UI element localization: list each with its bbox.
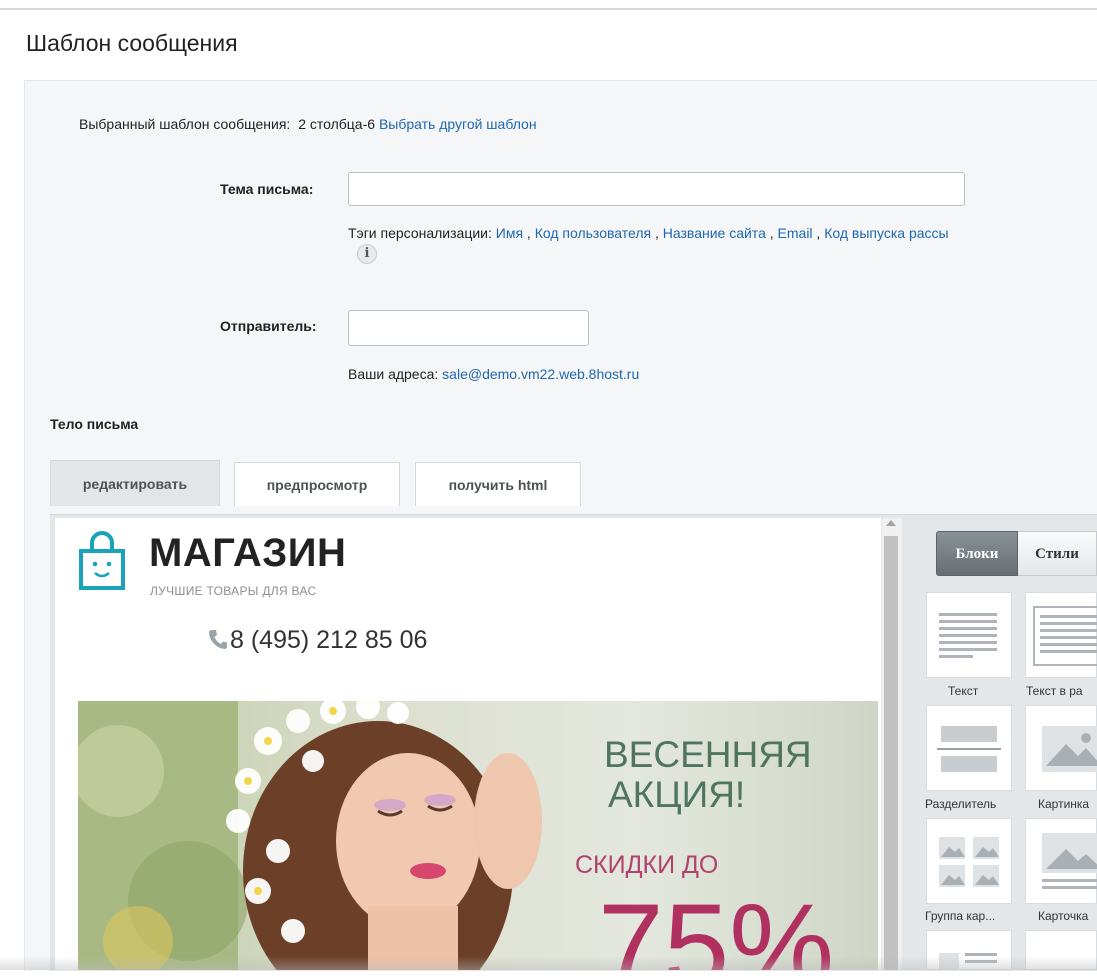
text-block-icon (939, 613, 997, 658)
image-icon (1042, 726, 1097, 772)
tab-edit[interactable]: редактировать (50, 460, 220, 506)
tile-divider-label: Разделитель (925, 797, 997, 811)
shopping-bag-icon (78, 531, 126, 596)
tile-image-label: Картинка (1038, 797, 1090, 811)
framed-text-icon (1033, 606, 1097, 666)
template-label: Выбранный шаблон сообщения: (79, 116, 291, 132)
sender-addresses: Ваши адреса: sale@demo.vm22.web.8host.ru (348, 366, 639, 382)
tag-issue-code-link[interactable]: Код выпуска рассы (824, 225, 948, 241)
tag-name-link[interactable]: Имя (496, 225, 523, 241)
tile-framed-text[interactable] (1025, 592, 1097, 678)
tag-site-name-link[interactable]: Название сайта (663, 225, 766, 241)
image-group-icon (939, 837, 999, 887)
blocks-button[interactable]: Блоки (936, 531, 1018, 576)
scrollbar-thumb[interactable] (884, 536, 898, 970)
tile-framed-text-label: Текст в ра (1026, 684, 1083, 698)
subject-input[interactable] (348, 172, 965, 206)
phone-icon (208, 628, 228, 655)
body-title: Тело письма (50, 416, 139, 432)
tile-text[interactable] (926, 592, 1012, 678)
sender-label: Отправитель: (220, 318, 317, 334)
tile-image-group[interactable] (926, 818, 1012, 904)
sender-input[interactable] (348, 310, 589, 346)
scroll-up-arrow-icon[interactable] (886, 520, 896, 526)
change-template-link[interactable]: Выбрать другой шаблон (379, 116, 537, 132)
tag-separator: , (765, 225, 778, 241)
personalization-tags: Тэги персонализации: Имя , Код пользоват… (348, 225, 949, 241)
tab-preview[interactable]: предпросмотр (234, 462, 400, 506)
phone-number: 8 (495) 212 85 06 (230, 626, 428, 654)
tile-card-label: Карточка (1038, 909, 1089, 923)
addresses-label: Ваши адреса: (348, 366, 439, 382)
brand-tagline: ЛУЧШИЕ ТОВАРЫ ДЛЯ ВАС (150, 584, 317, 598)
brand-name: МАГАЗИН (149, 531, 347, 575)
tile-image-group-label: Группа кар... (925, 909, 996, 923)
tags-label: Тэги персонализации: (348, 225, 492, 241)
tab-get-html[interactable]: получить html (415, 462, 581, 506)
info-icon[interactable]: i (357, 244, 377, 264)
bottom-shadow (0, 956, 1097, 970)
top-divider (0, 8, 1097, 10)
tag-email-link[interactable]: Email (778, 225, 813, 241)
promo-line2: АКЦИЯ! (608, 774, 746, 815)
promo-sub: СКИДКИ ДО (575, 851, 719, 879)
tile-image[interactable] (1025, 705, 1097, 791)
page-title: Шаблон сообщения (26, 30, 238, 56)
tag-separator: , (812, 225, 825, 241)
promo-banner[interactable]: ВЕСЕННЯЯ АКЦИЯ! СКИДКИ ДО 75% (78, 701, 878, 970)
tag-user-id-link[interactable]: Код пользователя (535, 225, 651, 241)
sender-address-link[interactable]: sale@demo.vm22.web.8host.ru (442, 366, 639, 382)
card-icon (1042, 833, 1097, 889)
tag-separator: , (523, 225, 535, 241)
template-row: Выбранный шаблон сообщения: 2 столбца-6 … (79, 116, 537, 132)
styles-button[interactable]: Стили (1018, 531, 1097, 576)
subject-label: Тема письма: (220, 181, 314, 197)
tile-divider[interactable] (926, 705, 1012, 791)
template-value: 2 столбца-6 (298, 116, 376, 132)
tile-card[interactable] (1025, 818, 1097, 904)
promo-line1: ВЕСЕННЯЯ (604, 734, 812, 775)
divider-icon (937, 726, 1001, 772)
tag-separator: , (651, 225, 663, 241)
tile-text-label: Текст (948, 684, 979, 698)
